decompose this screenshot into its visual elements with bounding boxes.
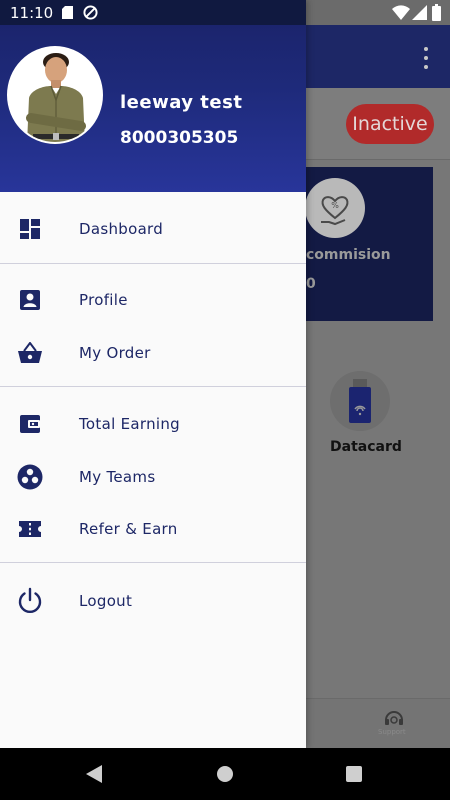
datacard-label: Datacard	[330, 439, 402, 455]
menu-item-label: My Order	[79, 344, 151, 362]
menu-item-label: Total Earning	[79, 415, 180, 433]
menu-item-profile[interactable]: Profile	[0, 274, 306, 326]
divider	[0, 562, 306, 563]
status-time: 11:10	[10, 4, 54, 22]
wifi-icon	[392, 5, 410, 20]
divider	[0, 263, 306, 264]
support-icon[interactable]	[382, 706, 406, 730]
menu-item-logout[interactable]: Logout	[0, 575, 306, 627]
sd-card-icon	[62, 6, 73, 19]
power-icon	[16, 587, 44, 615]
status-badge[interactable]: Inactive	[346, 104, 434, 144]
signal-icon	[412, 5, 427, 20]
battery-icon	[432, 4, 441, 21]
divider	[0, 386, 306, 387]
support-label: Support	[378, 728, 406, 736]
home-icon[interactable]	[217, 766, 233, 782]
status-bar: 11:10	[0, 0, 450, 25]
menu-item-my-teams[interactable]: My Teams	[0, 451, 306, 503]
back-icon[interactable]	[86, 765, 102, 783]
basket-icon	[16, 339, 44, 367]
menu-item-refer-earn[interactable]: Refer & Earn	[0, 503, 306, 555]
teams-icon	[16, 463, 44, 491]
profile-icon	[16, 286, 44, 314]
menu-item-total-earning[interactable]: Total Earning	[0, 398, 306, 450]
commission-icon: %	[305, 178, 365, 238]
ticket-icon	[16, 515, 44, 543]
do-not-disturb-icon	[83, 5, 98, 20]
menu-item-my-order[interactable]: My Order	[0, 327, 306, 379]
svg-text:%: %	[331, 201, 339, 210]
menu-item-label: Dashboard	[79, 220, 164, 238]
menu-item-label: Profile	[79, 291, 128, 309]
navigation-drawer: leeway test 8000305305 Dashboard Profile	[0, 0, 306, 748]
commission-value: 0	[306, 276, 316, 292]
drawer-header: leeway test 8000305305	[0, 0, 306, 192]
menu-item-dashboard[interactable]: Dashboard	[0, 203, 306, 255]
menu-item-label: My Teams	[79, 468, 156, 486]
menu-item-label: Logout	[79, 592, 133, 610]
avatar[interactable]	[7, 46, 103, 144]
recent-apps-icon[interactable]	[346, 766, 362, 782]
user-name: leeway test	[120, 92, 243, 113]
dashboard-icon	[16, 215, 44, 243]
wallet-icon	[16, 410, 44, 438]
user-phone: 8000305305	[120, 128, 239, 148]
more-options-icon[interactable]	[416, 47, 436, 69]
commission-label: commision	[306, 247, 391, 263]
datacard-icon[interactable]	[330, 371, 390, 431]
menu-item-label: Refer & Earn	[79, 520, 178, 538]
